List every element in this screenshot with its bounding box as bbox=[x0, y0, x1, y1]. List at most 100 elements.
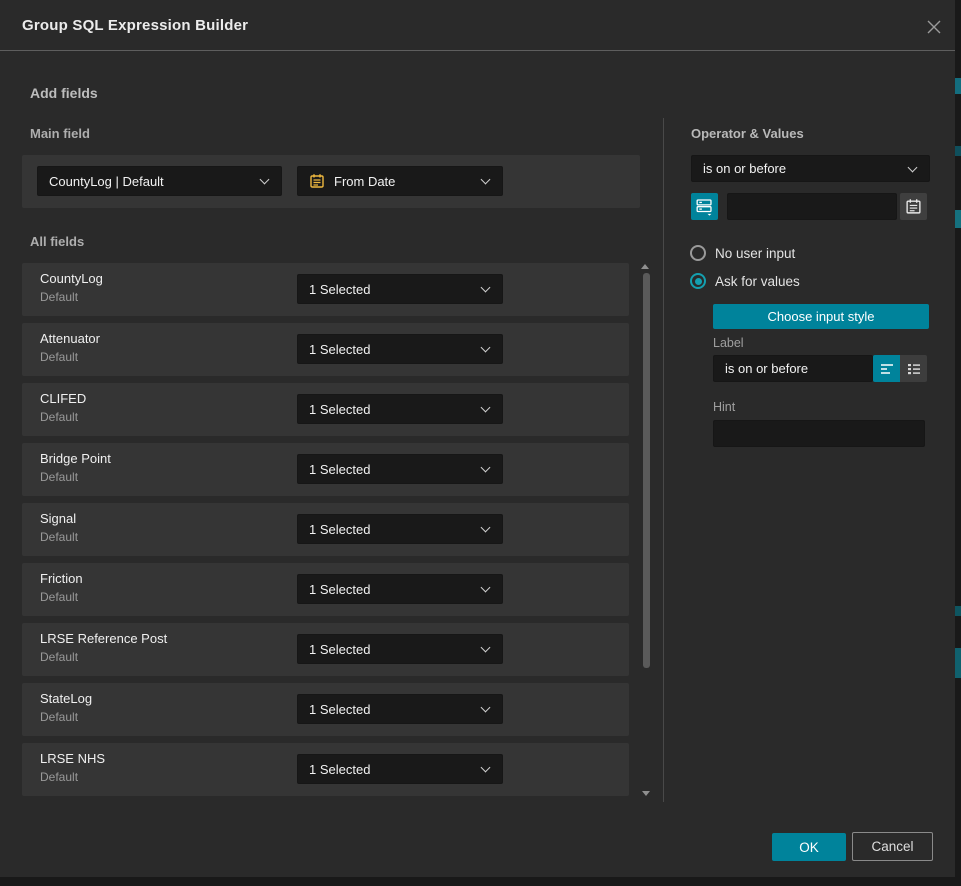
field-row: CLIFED Default 1 Selected bbox=[22, 383, 629, 436]
choose-input-style-button[interactable]: Choose input style bbox=[713, 304, 929, 329]
main-field-select[interactable]: From Date bbox=[297, 166, 503, 196]
radio-ask-for-values-label: Ask for values bbox=[715, 274, 800, 289]
chevron-down-icon bbox=[260, 175, 270, 185]
chevron-down-icon bbox=[481, 343, 491, 353]
field-selected-dropdown[interactable]: 1 Selected bbox=[297, 514, 503, 544]
field-name: Bridge Point bbox=[40, 451, 111, 466]
date-picker-button[interactable] bbox=[900, 193, 927, 220]
label-input[interactable]: is on or before bbox=[713, 355, 873, 382]
chevron-down-icon bbox=[481, 703, 491, 713]
main-field-box: CountyLog | Default From Date bbox=[22, 155, 640, 208]
field-row: Bridge Point Default 1 Selected bbox=[22, 443, 629, 496]
chevron-down-icon bbox=[481, 175, 491, 185]
chevron-down-icon bbox=[481, 523, 491, 533]
field-selected-value: 1 Selected bbox=[309, 762, 370, 777]
chevron-down-icon bbox=[481, 283, 491, 293]
field-selected-value: 1 Selected bbox=[309, 462, 370, 477]
field-selected-value: 1 Selected bbox=[309, 402, 370, 417]
field-selected-dropdown[interactable]: 1 Selected bbox=[297, 694, 503, 724]
field-name: Friction bbox=[40, 571, 83, 586]
field-selected-dropdown[interactable]: 1 Selected bbox=[297, 274, 503, 304]
label-input-value: is on or before bbox=[725, 361, 808, 376]
field-selected-dropdown[interactable]: 1 Selected bbox=[297, 334, 503, 364]
field-row: Signal Default 1 Selected bbox=[22, 503, 629, 556]
field-row: LRSE NHS Default 1 Selected bbox=[22, 743, 629, 796]
dialog-header: Group SQL Expression Builder bbox=[0, 0, 955, 51]
field-name: LRSE NHS bbox=[40, 751, 105, 766]
field-sublabel: Default bbox=[40, 650, 78, 664]
field-sublabel: Default bbox=[40, 350, 78, 364]
field-selected-dropdown[interactable]: 1 Selected bbox=[297, 454, 503, 484]
calendar-icon bbox=[905, 198, 922, 215]
field-sublabel: Default bbox=[40, 530, 78, 544]
hint-input[interactable] bbox=[713, 420, 925, 447]
field-sublabel: Default bbox=[40, 410, 78, 424]
chevron-down-icon bbox=[481, 643, 491, 653]
dialog-title: Group SQL Expression Builder bbox=[22, 0, 248, 51]
field-sublabel: Default bbox=[40, 290, 78, 304]
align-left-lines-icon bbox=[879, 361, 895, 377]
field-selected-dropdown[interactable]: 1 Selected bbox=[297, 754, 503, 784]
field-row: Attenuator Default 1 Selected bbox=[22, 323, 629, 376]
all-fields-list: CountyLog Default 1 Selected Attenuator … bbox=[22, 263, 629, 803]
all-fields-heading: All fields bbox=[30, 234, 84, 249]
main-field-heading: Main field bbox=[30, 126, 90, 141]
chevron-down-icon bbox=[481, 583, 491, 593]
unique-values-icon bbox=[695, 197, 714, 216]
chevron-down-icon bbox=[481, 763, 491, 773]
bulleted-list-icon bbox=[906, 361, 922, 377]
list-style-button[interactable] bbox=[900, 355, 927, 382]
field-name: CountyLog bbox=[40, 271, 103, 286]
field-row: CountyLog Default 1 Selected bbox=[22, 263, 629, 316]
scrollbar-down-arrow[interactable] bbox=[642, 791, 650, 796]
field-row: LRSE Reference Post Default 1 Selected bbox=[22, 623, 629, 676]
single-value-style-button[interactable] bbox=[873, 355, 900, 382]
field-name: CLIFED bbox=[40, 391, 86, 406]
add-fields-heading: Add fields bbox=[30, 85, 98, 101]
field-sublabel: Default bbox=[40, 770, 78, 784]
main-layer-select-value: CountyLog | Default bbox=[49, 174, 164, 189]
field-sublabel: Default bbox=[40, 710, 78, 724]
main-layer-select[interactable]: CountyLog | Default bbox=[37, 166, 282, 196]
ok-button[interactable]: OK bbox=[772, 833, 846, 861]
field-selected-value: 1 Selected bbox=[309, 342, 370, 357]
field-row: Friction Default 1 Selected bbox=[22, 563, 629, 616]
vertical-divider bbox=[663, 118, 664, 802]
close-icon bbox=[926, 19, 942, 35]
group-sql-expression-builder-dialog: Group SQL Expression Builder Add fields … bbox=[0, 0, 955, 877]
hint-label: Hint bbox=[713, 400, 735, 414]
field-selected-dropdown[interactable]: 1 Selected bbox=[297, 394, 503, 424]
operator-select[interactable]: is on or before bbox=[691, 155, 930, 182]
field-name: LRSE Reference Post bbox=[40, 631, 167, 646]
radio-unselected-icon bbox=[690, 245, 706, 261]
field-name: StateLog bbox=[40, 691, 92, 706]
date-value-input[interactable] bbox=[727, 193, 897, 220]
field-selected-value: 1 Selected bbox=[309, 522, 370, 537]
field-name: Attenuator bbox=[40, 331, 100, 346]
operator-values-heading: Operator & Values bbox=[691, 126, 804, 141]
operator-select-value: is on or before bbox=[703, 161, 786, 176]
field-selected-value: 1 Selected bbox=[309, 582, 370, 597]
chevron-down-icon bbox=[481, 403, 491, 413]
scrollbar-up-arrow[interactable] bbox=[641, 264, 649, 269]
field-selected-value: 1 Selected bbox=[309, 702, 370, 717]
chevron-down-icon bbox=[908, 162, 918, 172]
chevron-down-icon bbox=[481, 463, 491, 473]
field-selected-value: 1 Selected bbox=[309, 282, 370, 297]
field-name: Signal bbox=[40, 511, 76, 526]
radio-no-user-input[interactable]: No user input bbox=[690, 245, 795, 261]
field-selected-dropdown[interactable]: 1 Selected bbox=[297, 574, 503, 604]
scrollbar-thumb[interactable] bbox=[643, 273, 650, 668]
radio-selected-icon bbox=[690, 273, 706, 289]
unique-values-button[interactable] bbox=[691, 193, 718, 220]
label-label: Label bbox=[713, 336, 744, 350]
field-sublabel: Default bbox=[40, 590, 78, 604]
radio-ask-for-values[interactable]: Ask for values bbox=[690, 273, 800, 289]
field-selected-dropdown[interactable]: 1 Selected bbox=[297, 634, 503, 664]
field-row: StateLog Default 1 Selected bbox=[22, 683, 629, 736]
main-field-select-value: From Date bbox=[334, 174, 395, 189]
cancel-button[interactable]: Cancel bbox=[852, 832, 933, 861]
close-button[interactable] bbox=[923, 16, 945, 38]
radio-no-user-input-label: No user input bbox=[715, 246, 795, 261]
field-sublabel: Default bbox=[40, 470, 78, 484]
